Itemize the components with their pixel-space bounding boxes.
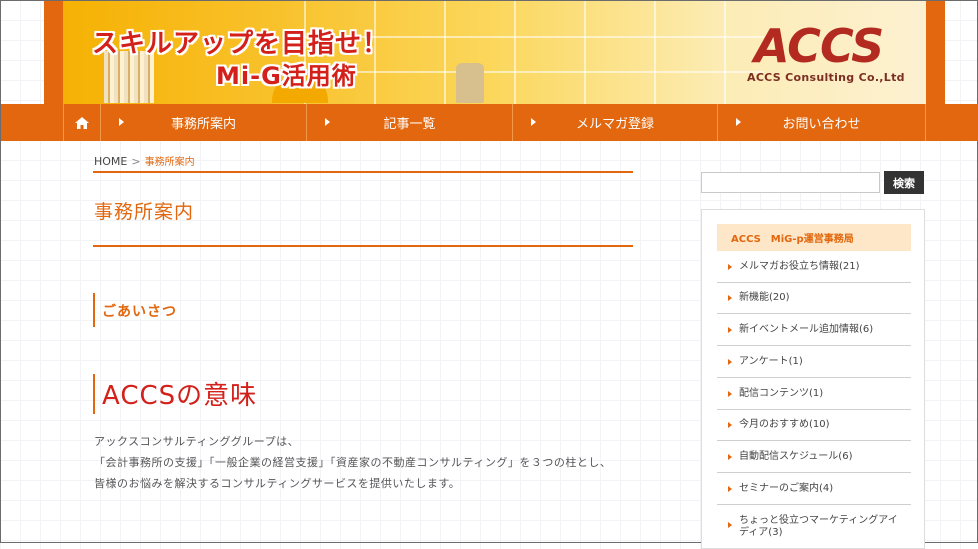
arrow-right-icon (728, 522, 732, 528)
body-text-line: 「会計事務所の支援」「一般企業の経営支援」「資産家の不動産コンサルティング」を３… (94, 456, 612, 469)
nav-item-newsletter[interactable]: メルマガ登録 (513, 104, 718, 141)
banner-shelf (654, 1, 656, 104)
arrow-right-icon (728, 454, 732, 460)
banner-shelf (514, 1, 516, 104)
arrow-right-icon (119, 118, 124, 126)
sidebar-category-label: 新イベントメール追加情報(6) (739, 324, 874, 335)
company-logo[interactable]: ACCS (754, 19, 884, 73)
sidebar-category-label: アンケート(1) (739, 356, 803, 367)
sidebar-category-item[interactable]: メルマガお役立ち情報(21) (717, 252, 911, 283)
nav-item-contact[interactable]: お問い合わせ (718, 104, 926, 141)
sidebar-category-label: 自動配信スケジュール(6) (739, 451, 853, 462)
arrow-right-icon (728, 486, 732, 492)
banner-shelf (444, 1, 446, 104)
search-input[interactable] (701, 172, 880, 193)
breadcrumb-separator: > (131, 155, 141, 168)
sidebar-category-item[interactable]: セミナーのご案内(4) (717, 474, 911, 505)
banner-frame-left (44, 1, 63, 104)
sidebar-category-label: ちょっと役立つマーケティングアイディア(3) (739, 515, 898, 538)
page-title: 事務所案内 (94, 201, 195, 223)
arrow-right-icon (325, 118, 330, 126)
banner-shelf (724, 1, 726, 104)
banner-shelf (294, 71, 764, 73)
nav-item-label: お問い合わせ (782, 117, 861, 132)
sidebar-box-title: ACCS MiG-p運営事務局 (717, 224, 911, 251)
subheading: ACCSの意味 (102, 381, 258, 411)
sidebar-category-item[interactable]: ちょっと役立つマーケティングアイディア(3) (717, 506, 911, 544)
sidebar-category-item[interactable]: 配信コンテンツ(1) (717, 379, 911, 410)
arrow-right-icon (728, 359, 732, 365)
sidebar-category-label: 配信コンテンツ(1) (739, 388, 824, 399)
arrow-right-icon (531, 118, 536, 126)
breadcrumb: HOME > 事務所案内 (94, 153, 195, 168)
sidebar-category-item[interactable]: 新機能(20) (717, 283, 911, 314)
arrow-right-icon (728, 327, 732, 333)
breadcrumb-home-link[interactable]: HOME (94, 155, 127, 168)
nav-item-label: 記事一覧 (383, 117, 436, 132)
breadcrumb-current: 事務所案内 (144, 157, 195, 168)
subheading-bar (93, 374, 95, 414)
arrow-right-icon (728, 295, 732, 301)
nav-item-articles[interactable]: 記事一覧 (307, 104, 513, 141)
sidebar-category-item[interactable]: 新イベントメール追加情報(6) (717, 315, 911, 346)
body-text-line: 皆様のお悩みを解決するコンサルティングサービスを提供いたします。 (94, 477, 461, 490)
sidebar-category-item[interactable]: 自動配信スケジュール(6) (717, 442, 911, 473)
body-text-line: アックスコンサルティンググループは、 (94, 435, 300, 448)
search-button[interactable]: 検索 (884, 171, 924, 194)
banner-vase-image (456, 63, 484, 103)
home-icon (75, 116, 89, 129)
company-logo-text: ACCS Consulting Co.,Ltd (747, 71, 905, 84)
banner-subtitle: Mi-G活用術 (216, 62, 357, 90)
arrow-right-icon (728, 391, 732, 397)
sidebar-category-item[interactable]: アンケート(1) (717, 347, 911, 378)
sidebar-category-label: セミナーのご案内(4) (739, 483, 834, 494)
header-banner: スキルアップを目指せ！ Mi-G活用術 ACCS ACCS Consulting… (44, 1, 945, 104)
sidebar-category-label: メルマガお役立ち情報(21) (739, 261, 860, 272)
title-rule-top (93, 171, 633, 173)
nav-home-button[interactable] (63, 104, 101, 141)
title-rule-bottom (93, 245, 633, 247)
nav-item-office[interactable]: 事務所案内 (101, 104, 307, 141)
sidebar-category-item[interactable]: 今月のおすすめ(10) (717, 410, 911, 441)
arrow-right-icon (728, 264, 732, 270)
banner-shelf (584, 1, 586, 104)
sidebar-category-label: 新機能(20) (739, 292, 790, 303)
arrow-right-icon (736, 118, 741, 126)
sidebar-category-label: 今月のおすすめ(10) (739, 419, 830, 430)
main-nav: 事務所案内 記事一覧 メルマガ登録 お問い合わせ (1, 104, 978, 141)
arrow-right-icon (728, 422, 732, 428)
nav-item-label: メルマガ登録 (575, 117, 654, 132)
section-heading: ごあいさつ (102, 304, 177, 320)
banner-title: スキルアップを目指せ！ (92, 29, 390, 59)
banner-frame-right (926, 1, 945, 104)
nav-item-label: 事務所案内 (170, 117, 236, 132)
